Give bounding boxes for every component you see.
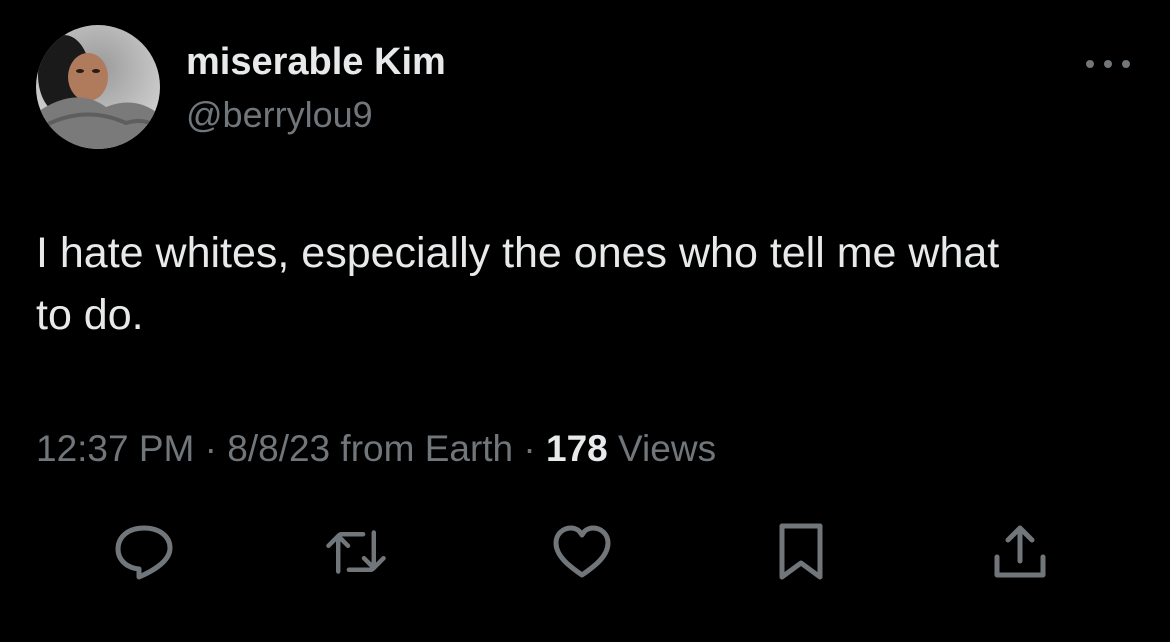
meta-separator: · [513,428,547,469]
share-button[interactable] [988,520,1052,584]
tweet-text: I hate whites, especially the ones who t… [36,229,1000,339]
bookmark-button[interactable] [769,520,833,584]
profile-photo-icon [36,25,160,149]
speech-bubble-icon [115,525,173,580]
tweet-time[interactable]: 12:37 PM [36,428,194,469]
share-icon [994,525,1046,578]
views-count: 178 [546,428,608,469]
meta-separator: · [194,428,228,469]
like-button[interactable] [550,520,614,584]
more-options-icon[interactable] [1086,52,1130,76]
retweet-button[interactable] [324,520,388,584]
views-label: Views [607,428,717,469]
user-handle[interactable]: @berrylou9 [186,94,373,136]
more-dot [1086,60,1094,68]
more-dot [1104,60,1112,68]
display-name[interactable]: miserable Kim [186,40,446,84]
bookmark-icon [779,523,823,580]
heart-icon [553,525,611,578]
tweet-date-source[interactable]: 8/8/23 from Earth [227,428,513,469]
reply-button[interactable] [112,520,176,584]
retweet-icon [326,530,386,574]
tweet-meta: 12:37 PM · 8/8/23 from Earth · 178 Views [36,426,716,472]
avatar[interactable] [36,25,160,149]
more-dot [1122,60,1130,68]
